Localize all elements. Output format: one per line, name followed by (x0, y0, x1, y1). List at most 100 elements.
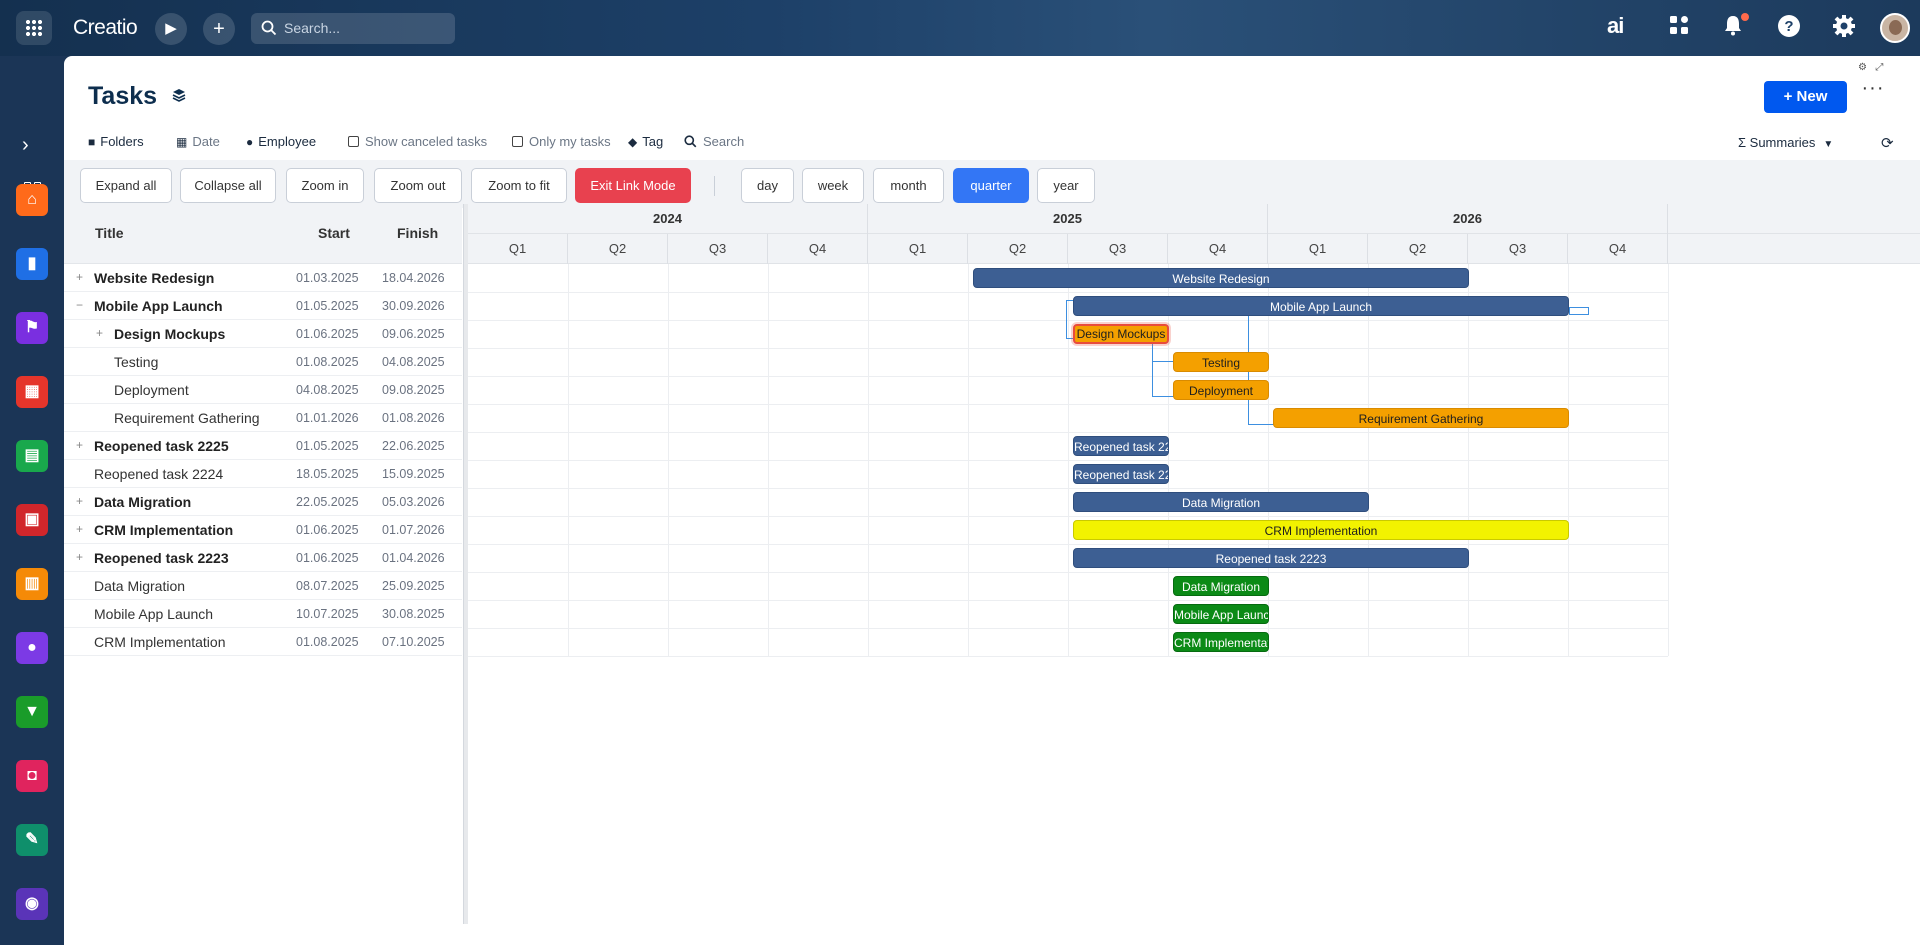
quarter-header-cell: Q3 (668, 234, 768, 264)
app-menu-button[interactable] (16, 11, 52, 45)
table-row[interactable]: + CRM Implementation 01.06.2025 01.07.2026 (64, 516, 462, 544)
table-row[interactable]: Requirement Gathering 01.01.2026 01.08.202… (64, 404, 462, 432)
contacts-icon[interactable]: ▣ (16, 504, 48, 536)
flag-icon[interactable]: ⚑ (16, 312, 48, 344)
apps-grid-icon[interactable] (1665, 14, 1693, 42)
column-title-header[interactable]: Title (95, 225, 124, 241)
quarter-header-cell: Q1 (1268, 234, 1368, 264)
row-finish-date: 22.06.2025 (382, 439, 445, 453)
chat-icon[interactable]: ▤ (16, 440, 48, 472)
table-row[interactable]: Deployment 04.08.2025 09.08.2025 (64, 376, 462, 404)
table-row[interactable]: CRM Implementation 01.08.2025 07.10.2025 (64, 628, 462, 656)
table-row[interactable]: + Design Mockups 01.06.2025 09.06.2025 (64, 320, 462, 348)
gantt-bar[interactable]: Deployment (1173, 380, 1269, 400)
summaries-dropdown[interactable]: Σ Summaries ▼ (1738, 135, 1833, 150)
row-expander-icon[interactable]: + (76, 522, 83, 536)
dependency-link-segment[interactable] (1569, 307, 1589, 315)
creatio-logo: Creatio (73, 16, 138, 39)
table-row[interactable]: Reopened task 2224 18.05.2025 15.09.2025 (64, 460, 462, 488)
table-row[interactable]: + Reopened task 2223 01.06.2025 01.04.2026 (64, 544, 462, 572)
main-panel: ⚙ ⤢ Tasks + New ··· ■ Folders ▦ Date ● Empl… (64, 56, 1920, 945)
gantt-bar[interactable]: Mobile App Launch (1073, 296, 1569, 316)
person-icon[interactable]: ● (16, 632, 48, 664)
user-avatar[interactable] (1880, 13, 1910, 43)
global-search-input[interactable] (284, 18, 444, 38)
row-expander-icon[interactable]: + (96, 326, 103, 340)
table-row[interactable]: Testing 01.08.2025 04.08.2025 (64, 348, 462, 376)
layers-icon[interactable] (172, 88, 186, 106)
gantt-bar[interactable]: Reopened task 2224 (1073, 464, 1169, 484)
tag-filter[interactable]: ◆ Tag (628, 134, 663, 149)
exit-link-mode-button[interactable]: Exit Link Mode (575, 168, 691, 203)
zoom-out-button[interactable]: Zoom out (374, 168, 462, 203)
collapse-all-button[interactable]: Collapse all (180, 168, 276, 203)
gantt-bar[interactable]: Data Migration (1173, 576, 1269, 596)
row-expander-icon[interactable]: − (76, 298, 83, 312)
table-row[interactable]: − Mobile App Launch 01.05.2025 30.09.2026 (64, 292, 462, 320)
row-expander-icon[interactable]: + (76, 494, 83, 508)
help-icon[interactable]: ? (1775, 14, 1803, 42)
scale-month-button[interactable]: month (873, 168, 944, 203)
settings-app-icon[interactable]: ◉ (16, 888, 48, 920)
scale-quarter-button[interactable]: quarter (953, 168, 1029, 203)
zoom-to-fit-button[interactable]: Zoom to fit (471, 168, 567, 203)
zoom-in-button[interactable]: Zoom in (286, 168, 364, 203)
new-button-label: New (1796, 88, 1828, 105)
table-row[interactable]: + Website Redesign 01.03.2025 18.04.2026 (64, 264, 462, 292)
dependency-link-segment (1248, 424, 1274, 425)
gantt-bar[interactable]: Mobile App Launch (1173, 604, 1269, 624)
table-row[interactable]: + Reopened task 2225 01.05.2025 22.06.2025 (64, 432, 462, 460)
new-task-button[interactable]: + New (1764, 81, 1847, 113)
top-bar: Creatio ▶ + ai ? (0, 0, 1920, 56)
table-row[interactable]: + Data Migration 22.05.2025 05.03.2026 (64, 488, 462, 516)
table-row[interactable]: Data Migration 08.07.2025 25.09.2025 (64, 572, 462, 600)
row-expander-icon[interactable]: + (76, 438, 83, 452)
list-search[interactable]: Search (684, 134, 744, 149)
small-gear-icon[interactable]: ⚙ (1858, 62, 1867, 73)
scale-day-button[interactable]: day (741, 168, 794, 203)
table-row[interactable]: Mobile App Launch 10.07.2025 30.08.2025 (64, 600, 462, 628)
gantt-bar[interactable]: Design Mockups (1073, 324, 1169, 344)
row-title: CRM Implementation (94, 522, 234, 538)
row-expander-icon[interactable]: + (76, 550, 83, 564)
dashboard-icon[interactable]: ▮ (16, 248, 48, 280)
gantt-bar[interactable]: Data Migration (1073, 492, 1369, 512)
scale-year-button[interactable]: year (1037, 168, 1095, 203)
date-filter[interactable]: ▦ Date (176, 134, 220, 149)
quarter-header-cell: Q3 (1468, 234, 1568, 264)
gantt-bar[interactable]: Website Redesign (973, 268, 1469, 288)
ai-assistant-button[interactable]: ai (1607, 13, 1624, 39)
plus-icon: + (1783, 88, 1797, 105)
funnel-icon[interactable]: ▼ (16, 696, 48, 728)
folders-filter[interactable]: ■ Folders (88, 134, 144, 149)
accounts-icon[interactable]: ▥ (16, 568, 48, 600)
scale-week-button[interactable]: week (802, 168, 864, 203)
gantt-bar[interactable]: Testing (1173, 352, 1269, 372)
more-actions-button[interactable]: ··· (1861, 78, 1885, 104)
run-process-button[interactable]: ▶ (155, 13, 187, 45)
gantt-bar[interactable]: Reopened task 2225 (1073, 436, 1169, 456)
expand-sidebar-chevron-icon[interactable]: › (22, 134, 29, 157)
column-start-header[interactable]: Start (318, 225, 350, 241)
settings-gear-icon[interactable] (1830, 14, 1858, 42)
gantt-bar[interactable]: CRM Implementation (1073, 520, 1569, 540)
calendar-icon[interactable]: ▦ (16, 376, 48, 408)
document-icon[interactable]: ✎ (16, 824, 48, 856)
fullscreen-icon[interactable]: ⤢ (1875, 62, 1883, 73)
refresh-icon[interactable]: ⟳ (1881, 134, 1894, 152)
column-finish-header[interactable]: Finish (397, 225, 438, 241)
expand-all-button[interactable]: Expand all (80, 168, 172, 203)
gantt-row-line (468, 460, 1668, 461)
add-button[interactable]: + (203, 13, 235, 45)
gantt-bar[interactable]: CRM Implementation (1173, 632, 1269, 652)
employee-filter[interactable]: ● Employee (246, 134, 316, 149)
gantt-bar[interactable]: Requirement Gathering (1273, 408, 1569, 428)
gantt-bar[interactable]: Reopened task 2223 (1073, 548, 1469, 568)
row-expander-icon[interactable]: + (76, 270, 83, 284)
cart-icon[interactable]: ◘ (16, 760, 48, 792)
show-canceled-checkbox[interactable]: Show canceled tasks (348, 134, 487, 149)
home-icon[interactable]: ⌂ (16, 184, 48, 216)
only-my-tasks-checkbox[interactable]: Only my tasks (512, 134, 611, 149)
row-start-date: 01.08.2025 (296, 635, 359, 649)
global-search[interactable] (251, 13, 455, 44)
